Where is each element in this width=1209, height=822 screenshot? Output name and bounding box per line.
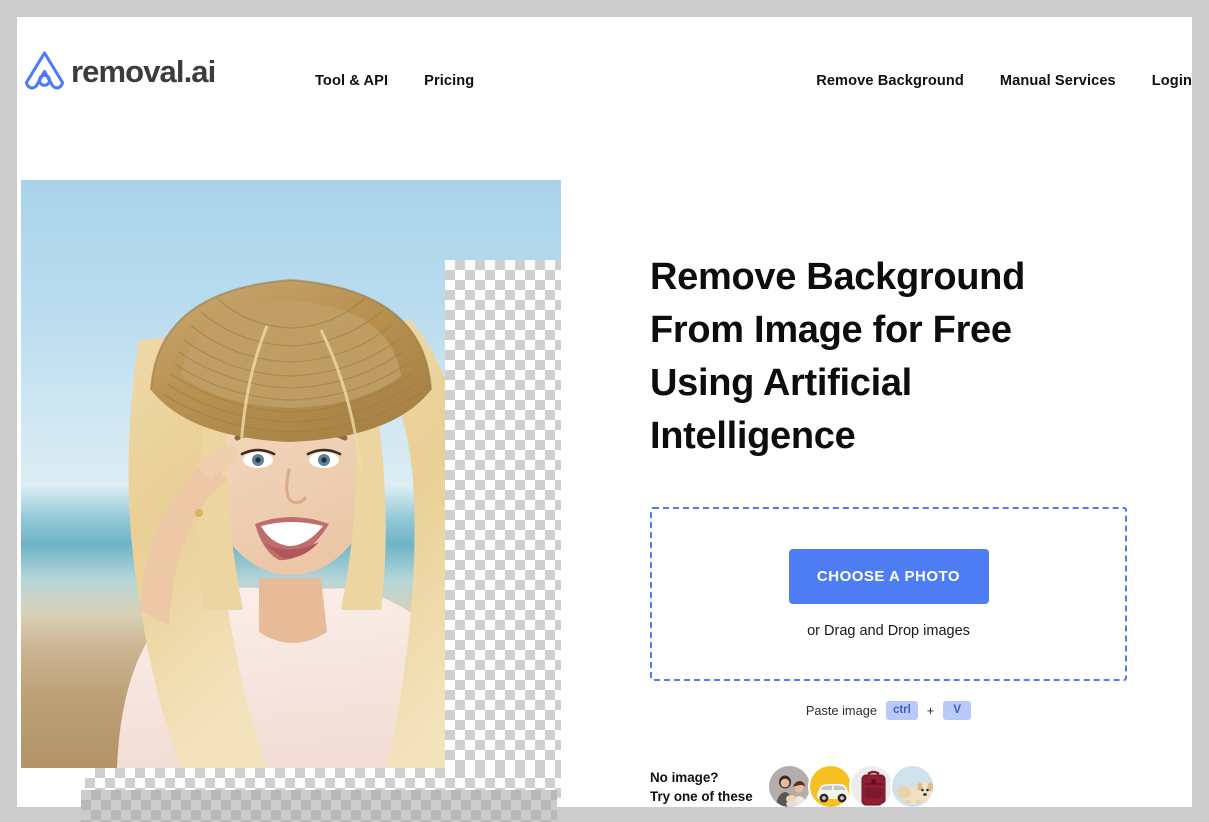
key-separator: + bbox=[926, 703, 935, 718]
choose-a-photo-button[interactable]: CHOOSE A PHOTO bbox=[788, 549, 989, 604]
removal-ai-logo-icon bbox=[21, 49, 68, 92]
paste-image-hint: Paste image ctrl + V bbox=[650, 701, 1127, 720]
dog-photo-thumbnail[interactable] bbox=[890, 764, 935, 807]
sample-images-label: No image? Try one of these bbox=[650, 768, 764, 806]
drag-and-drop-hint: or Drag and Drop images bbox=[807, 623, 970, 639]
demo-image-container bbox=[21, 180, 561, 802]
before-after-demo-image bbox=[21, 180, 561, 768]
paste-image-label: Paste image bbox=[805, 703, 877, 718]
hero-content-column: Remove Background From Image for Free Us… bbox=[650, 251, 1170, 807]
sample-images-section: No image? Try one of these bbox=[650, 764, 1170, 807]
browser-viewport: removal.ai Tool & API Pricing Remove Bac… bbox=[0, 0, 1209, 822]
key-ctrl: ctrl bbox=[885, 701, 918, 720]
primary-nav-right: Remove Background Manual Services Login bbox=[816, 69, 1192, 93]
image-bottom-white-strip bbox=[21, 768, 85, 802]
site-header: removal.ai Tool & API Pricing Remove Bac… bbox=[17, 17, 1192, 139]
transparency-checkerboard-right bbox=[445, 260, 561, 768]
nav-item-login[interactable]: Login bbox=[1152, 69, 1192, 93]
sample-label-line-1: No image? bbox=[650, 769, 719, 785]
key-v: V bbox=[943, 701, 972, 720]
nav-item-manual-services[interactable]: Manual Services bbox=[1000, 69, 1116, 93]
primary-nav-left: Tool & API Pricing bbox=[315, 69, 510, 93]
page-title: Remove Background From Image for Free Us… bbox=[650, 256, 1025, 457]
brand-logo-link[interactable]: removal.ai bbox=[21, 49, 216, 92]
backpack-photo-thumbnail[interactable] bbox=[849, 764, 894, 807]
family-photo-thumbnail[interactable] bbox=[767, 764, 812, 807]
car-photo-thumbnail[interactable] bbox=[808, 764, 853, 807]
upload-dropzone[interactable]: CHOOSE A PHOTO or Drag and Drop images bbox=[650, 507, 1127, 681]
hero-section: Remove Background From Image for Free Us… bbox=[17, 139, 1192, 807]
sample-thumbnail-list bbox=[767, 764, 935, 807]
nav-item-pricing[interactable]: Pricing bbox=[424, 69, 474, 93]
page-content: removal.ai Tool & API Pricing Remove Bac… bbox=[17, 17, 1192, 807]
nav-item-remove-background[interactable]: Remove Background bbox=[816, 69, 964, 93]
transparency-checkerboard-gutter bbox=[81, 790, 557, 822]
sample-label-line-2: Try one of these bbox=[650, 788, 753, 804]
brand-name: removal.ai bbox=[71, 54, 216, 89]
nav-item-tool-api[interactable]: Tool & API bbox=[315, 69, 388, 93]
